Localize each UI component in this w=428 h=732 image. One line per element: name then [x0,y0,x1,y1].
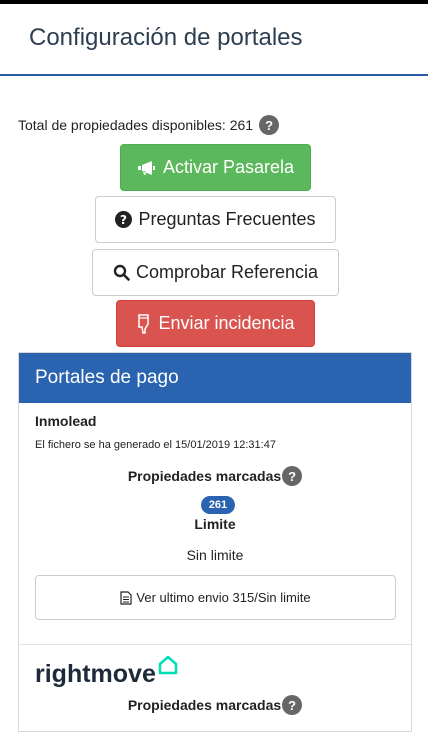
marked-count-badge: 261 [201,496,235,514]
help-icon[interactable]: ? [259,115,280,135]
svg-text:?: ? [120,213,127,227]
rightmove-logo-text: rightmove [35,660,156,688]
marked-properties-label: Propiedades marcadas [127,468,282,484]
marked-properties: Propiedades marcadas ? [19,695,411,715]
page-header: Configuración de portales [0,4,428,76]
limit-label: Limite [194,516,236,532]
marked-properties: Propiedades marcadas ? [19,466,411,486]
page-title: Configuración de portales [29,24,303,51]
faq-button[interactable]: ? Preguntas Frecuentes [95,196,336,243]
generated-date: El fichero se ha generado el 15/01/2019 … [35,439,276,451]
help-icon[interactable]: ? [282,466,303,486]
thumbs-down-icon [136,313,152,334]
send-incident-button[interactable]: Enviar incidencia [116,300,315,347]
portal-divider [19,644,411,645]
activate-gateway-button[interactable]: Activar Pasarela [120,144,311,191]
marked-properties-label: Propiedades marcadas [127,697,282,713]
megaphone-icon [137,160,157,176]
total-properties: Total de propiedades disponibles: 261 ? [18,115,280,135]
limit-value: Sin limite [186,547,244,563]
question-circle-icon: ? [115,211,133,228]
panel-title: Portales de pago [19,353,411,403]
file-icon [120,590,133,605]
send-incident-label: Enviar incidencia [158,313,295,333]
help-icon[interactable]: ? [282,695,303,715]
check-reference-label: Comprobar Referencia [135,262,319,282]
view-last-send-label: Ver ultimo envio 315/Sin limite [136,590,311,605]
rightmove-logo: rightmove [35,653,178,689]
paid-portals-panel: Portales de pago Inmolead El fichero se … [18,352,412,732]
total-properties-label: Total de propiedades disponibles: 261 [18,117,254,133]
view-last-send-button[interactable]: Ver ultimo envio 315/Sin limite [35,575,396,620]
activate-gateway-label: Activar Pasarela [162,157,295,177]
portal-name: Inmolead [35,413,97,429]
rightmove-house-icon [158,655,178,675]
check-reference-button[interactable]: Comprobar Referencia [92,249,339,296]
search-icon [113,264,130,281]
faq-label: Preguntas Frecuentes [138,209,316,229]
